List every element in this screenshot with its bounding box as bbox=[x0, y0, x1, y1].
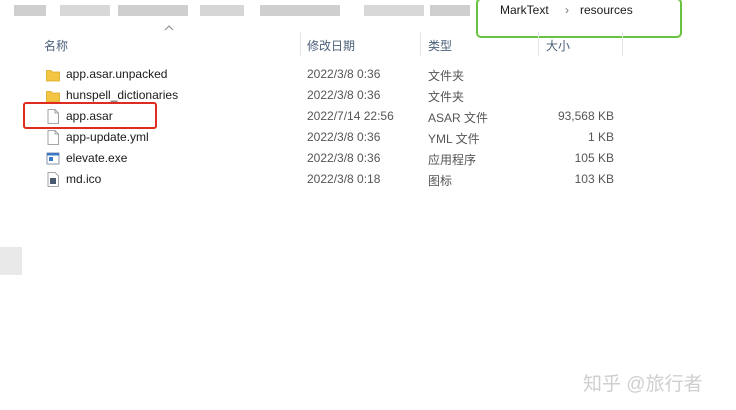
file-type: YML 文件 bbox=[428, 132, 480, 146]
blurred-block bbox=[200, 5, 244, 16]
ico-icon bbox=[47, 172, 59, 187]
file-size: 1 KB bbox=[587, 130, 614, 144]
file-size: 103 KB bbox=[574, 172, 614, 186]
file-type: ASAR 文件 bbox=[428, 111, 489, 125]
file-name: elevate.exe bbox=[66, 151, 128, 165]
file-date: 2022/3/8 0:36 bbox=[307, 67, 381, 81]
file-date: 2022/3/8 0:36 bbox=[307, 88, 381, 102]
file-type: 应用程序 bbox=[428, 153, 477, 167]
file-date: 2022/3/8 0:36 bbox=[307, 130, 381, 144]
column-header-row: 名称 修改日期 类型 大小 bbox=[0, 32, 660, 56]
file-row-app-asar-unpacked[interactable]: app.asar.unpacked 2022/3/8 0:36 文件夹 bbox=[0, 64, 660, 85]
column-header-name[interactable]: 名称 bbox=[44, 37, 68, 54]
file-size: 105 KB bbox=[574, 151, 614, 165]
file-icon bbox=[47, 130, 59, 145]
column-divider[interactable] bbox=[300, 32, 301, 56]
file-type: 图标 bbox=[428, 174, 453, 188]
file-type: 文件夹 bbox=[428, 90, 465, 104]
watermark: 知乎 @旅行者 bbox=[583, 374, 703, 395]
file-row-app-update-yml[interactable]: app-update.yml 2022/3/8 0:36 YML 文件 1 KB bbox=[0, 127, 660, 148]
file-name: app.asar.unpacked bbox=[66, 67, 168, 81]
navigation-pane-edge[interactable] bbox=[0, 247, 22, 275]
blurred-block bbox=[364, 5, 424, 16]
column-header-type[interactable]: 类型 bbox=[428, 37, 452, 54]
column-header-size[interactable]: 大小 bbox=[546, 37, 570, 54]
column-divider[interactable] bbox=[622, 32, 623, 56]
blurred-block bbox=[60, 5, 110, 16]
file-date: 2022/3/8 0:18 bbox=[307, 172, 381, 186]
file-name: hunspell_dictionaries bbox=[66, 88, 179, 102]
blurred-block bbox=[14, 5, 46, 16]
blurred-title-strip bbox=[0, 0, 480, 22]
blurred-block bbox=[430, 5, 470, 16]
file-date: 2022/3/8 0:36 bbox=[307, 151, 381, 165]
folder-icon bbox=[46, 70, 60, 82]
blurred-block bbox=[260, 5, 340, 16]
file-name: app-update.yml bbox=[66, 130, 149, 144]
sort-ascending-icon bbox=[164, 25, 174, 31]
file-row-elevate-exe[interactable]: elevate.exe 2022/3/8 0:36 应用程序 105 KB bbox=[0, 148, 660, 169]
file-date: 2022/7/14 22:56 bbox=[307, 109, 394, 123]
folder-icon bbox=[46, 91, 60, 103]
column-header-date[interactable]: 修改日期 bbox=[307, 37, 355, 54]
column-divider[interactable] bbox=[420, 32, 421, 56]
column-divider[interactable] bbox=[538, 32, 539, 56]
red-highlight-box bbox=[23, 102, 157, 129]
file-name: md.ico bbox=[66, 172, 102, 186]
file-type: 文件夹 bbox=[428, 69, 465, 83]
blurred-block bbox=[118, 5, 188, 16]
exe-icon bbox=[46, 152, 60, 165]
file-row-md-ico[interactable]: md.ico 2022/3/8 0:18 图标 103 KB bbox=[0, 169, 660, 190]
file-size: 93,568 KB bbox=[557, 109, 614, 123]
